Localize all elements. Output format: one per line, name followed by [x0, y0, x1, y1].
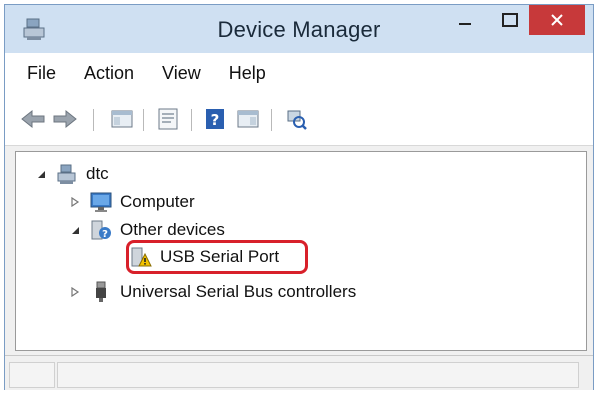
expanded-arrow-icon[interactable] — [68, 225, 82, 235]
forward-button[interactable] — [51, 107, 79, 131]
show-hide-console-tree-icon — [111, 110, 133, 128]
back-icon — [21, 109, 45, 129]
toolbar-separator — [191, 109, 192, 131]
svg-text:?: ? — [211, 111, 220, 129]
show-action-pane-button[interactable] — [235, 107, 261, 131]
scan-hardware-changes-button[interactable] — [283, 107, 309, 131]
scan-hardware-changes-icon — [287, 110, 307, 130]
expanded-arrow-icon[interactable] — [34, 169, 48, 179]
show-action-pane-icon — [237, 110, 259, 128]
usb-plug-icon — [88, 281, 114, 303]
tree-node-label: dtc — [86, 164, 109, 183]
device-manager-window: Device Manager File Action View Help ? d… — [4, 4, 594, 390]
collapsed-arrow-icon[interactable] — [68, 197, 82, 207]
tree-node-usb-controllers[interactable]: Universal Serial Bus controllers — [68, 280, 356, 304]
forward-icon — [53, 109, 77, 129]
toolbar: ? — [5, 93, 593, 146]
toolbar-separator — [93, 109, 94, 131]
tree-node-label: Other devices — [120, 220, 225, 239]
tree-node-label: Computer — [120, 192, 195, 211]
menu-help[interactable]: Help — [217, 63, 278, 84]
help-icon: ? — [206, 109, 224, 129]
device-tree: dtc Computer ? Other devices USB Serial … — [15, 151, 587, 351]
svg-text:?: ? — [102, 229, 108, 240]
toolbar-separator — [271, 109, 272, 131]
tree-node-other-devices[interactable]: ? Other devices — [68, 218, 225, 242]
toolbar-separator — [143, 109, 144, 131]
menu-action[interactable]: Action — [72, 63, 146, 84]
minimize-icon — [459, 23, 471, 25]
show-hide-console-tree-button[interactable] — [109, 107, 135, 131]
title-bar[interactable]: Device Manager — [5, 5, 593, 53]
maximize-button[interactable] — [495, 5, 525, 35]
tree-node-label: Universal Serial Bus controllers — [120, 282, 357, 301]
computer-tree-icon — [54, 163, 80, 185]
close-icon — [551, 14, 563, 26]
tree-node-dtc[interactable]: dtc — [34, 162, 109, 186]
properties-button[interactable] — [155, 107, 181, 131]
menu-view[interactable]: View — [150, 63, 213, 84]
monitor-icon — [88, 191, 114, 213]
status-cell — [9, 362, 55, 388]
menu-bar: File Action View Help — [5, 53, 593, 93]
close-button[interactable] — [529, 5, 585, 35]
properties-icon — [158, 108, 178, 130]
maximize-icon — [502, 13, 518, 27]
menu-file[interactable]: File — [15, 63, 68, 84]
highlight-box — [126, 240, 308, 274]
status-bar — [5, 355, 593, 390]
back-button[interactable] — [19, 107, 47, 131]
unknown-device-icon: ? — [88, 219, 114, 241]
tree-node-computer[interactable]: Computer — [68, 190, 195, 214]
collapsed-arrow-icon[interactable] — [68, 287, 82, 297]
status-cell — [57, 362, 579, 388]
help-button[interactable]: ? — [203, 107, 227, 131]
minimize-button[interactable] — [450, 5, 480, 35]
